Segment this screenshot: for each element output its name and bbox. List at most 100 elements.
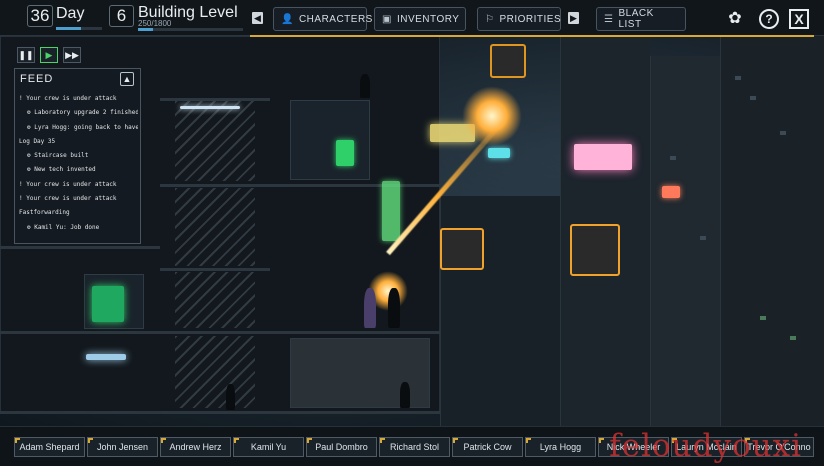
feed-item: Log Day 35	[19, 135, 138, 149]
staircase	[175, 336, 255, 408]
character-chip[interactable]: Paul Dombro	[306, 437, 377, 457]
staircase	[175, 188, 255, 266]
chip-corner	[526, 438, 531, 443]
person-icon: 👤	[281, 14, 294, 25]
chip-corner	[234, 438, 239, 443]
blacklist-button-label: BLACK LIST	[618, 8, 678, 30]
character-chip[interactable]: Patrick Cow	[452, 437, 523, 457]
green-terminal	[336, 140, 354, 166]
feed-panel: FEED ▲ ! Your crew is under attack ⚙ Lab…	[14, 68, 141, 244]
crew-member	[364, 288, 376, 328]
top-bar-accent-line	[250, 35, 814, 37]
crew-member	[226, 384, 235, 410]
tower-floor	[0, 331, 440, 334]
chip-corner	[161, 438, 166, 443]
neon-sign-green	[382, 181, 400, 241]
day-progress-fill	[56, 27, 81, 30]
crew-member	[360, 74, 370, 98]
priority-icon: ⚐	[485, 14, 494, 25]
ceiling-light	[180, 106, 240, 109]
staircase	[175, 101, 255, 181]
inventory-button[interactable]: ▣ INVENTORY	[374, 7, 466, 31]
building-window	[790, 336, 796, 340]
room-lamp	[86, 354, 126, 360]
staircase	[175, 272, 255, 328]
feed-item: Fastforwarding	[19, 206, 138, 220]
chip-corner	[15, 438, 20, 443]
character-name: Kamil Yu	[251, 442, 286, 452]
crew-member	[388, 288, 400, 328]
character-name: Richard Stol	[390, 442, 439, 452]
character-chip[interactable]: John Jensen	[87, 437, 158, 457]
tower-floor	[0, 411, 440, 414]
box-icon: ▣	[382, 14, 392, 25]
blacklist-button[interactable]: ☰ BLACK LIST	[596, 7, 686, 31]
day-label: Day	[56, 5, 84, 23]
building-window	[780, 131, 786, 135]
feed-collapse-arrow-icon[interactable]: ▲	[120, 72, 134, 86]
nav-prev-arrow-icon[interactable]: ◀	[252, 12, 263, 24]
characters-button[interactable]: 👤 CHARACTERS	[273, 7, 367, 31]
feed-title: FEED	[20, 73, 53, 85]
day-counter: 36	[27, 5, 53, 27]
building-level-counter: 6	[109, 5, 134, 27]
building-level-progress-bar	[138, 28, 243, 31]
list-icon: ☰	[604, 14, 613, 25]
feed-item: ⚙ Lyra Hogg: going back to have	[19, 121, 138, 135]
fast-forward-button[interactable]: ▶▶	[63, 47, 81, 63]
building-window	[700, 236, 706, 240]
feed-item: ⚙ Staircase built	[19, 149, 138, 163]
day-progress-bar	[56, 27, 102, 30]
character-chip[interactable]: Adam Shepard	[14, 437, 85, 457]
inventory-button-label: INVENTORY	[397, 14, 459, 25]
building-window	[760, 316, 766, 320]
character-chip[interactable]: Kamil Yu	[233, 437, 304, 457]
character-chip[interactable]: Richard Stol	[379, 437, 450, 457]
nav-next-arrow-icon[interactable]: ▶	[568, 12, 579, 24]
enemy-mech	[440, 228, 484, 270]
feed-item: ! Your crew is under attack	[19, 178, 138, 192]
neon-sign-pink	[574, 144, 632, 170]
help-icon[interactable]: ?	[759, 9, 779, 29]
character-name: Adam Shepard	[19, 442, 79, 452]
character-name: Andrew Herz	[169, 442, 221, 452]
play-button[interactable]: ▶	[40, 47, 58, 63]
tower-floor	[160, 268, 270, 271]
pause-button[interactable]: ❚❚	[17, 47, 35, 63]
building-window	[735, 76, 741, 80]
character-name: Paul Dombro	[315, 442, 368, 452]
background-building	[720, 36, 824, 426]
feed-item: ⚙ New tech invented	[19, 163, 138, 177]
chip-corner	[599, 438, 604, 443]
character-name: John Jensen	[97, 442, 148, 452]
feed-item: ⚙ Kamil Yu: Job done	[19, 221, 138, 235]
neon-sign-red	[662, 186, 680, 198]
feed-item: ! Your crew is under attack	[19, 92, 138, 106]
gear-icon[interactable]: ✿	[725, 9, 745, 29]
green-server	[92, 286, 124, 322]
chip-corner	[380, 438, 385, 443]
building-level-progress-fill	[138, 28, 153, 31]
neon-sign-cyan	[488, 148, 510, 158]
chip-corner	[307, 438, 312, 443]
character-chip[interactable]: Andrew Herz	[160, 437, 231, 457]
feed-item: ! Your crew is under attack	[19, 192, 138, 206]
character-name: Patrick Cow	[463, 442, 511, 452]
characters-button-label: CHARACTERS	[299, 14, 373, 25]
enemy-drone	[490, 44, 526, 78]
background-building	[650, 56, 720, 426]
enemy-mech	[570, 224, 620, 276]
feed-list: ! Your crew is under attack ⚙ Laboratory…	[19, 92, 138, 235]
building-window	[750, 96, 756, 100]
priorities-button-label: PRIORITIES	[499, 14, 561, 25]
feed-item: ⚙ Laboratory upgrade 2 finished	[19, 106, 138, 120]
priorities-button[interactable]: ⚐ PRIORITIES	[477, 7, 561, 31]
character-chip[interactable]: Lyra Hogg	[525, 437, 596, 457]
watermark: feloudyouxi	[609, 428, 802, 464]
building-level-progress-text: 250/1800	[138, 19, 171, 28]
chip-corner	[453, 438, 458, 443]
top-bar: 36 Day 6 Building Level 250/1800 ◀ 👤 CHA…	[0, 0, 824, 36]
explosion-flash	[462, 86, 522, 146]
tower-floor	[0, 246, 160, 249]
close-icon[interactable]: X	[789, 9, 809, 29]
